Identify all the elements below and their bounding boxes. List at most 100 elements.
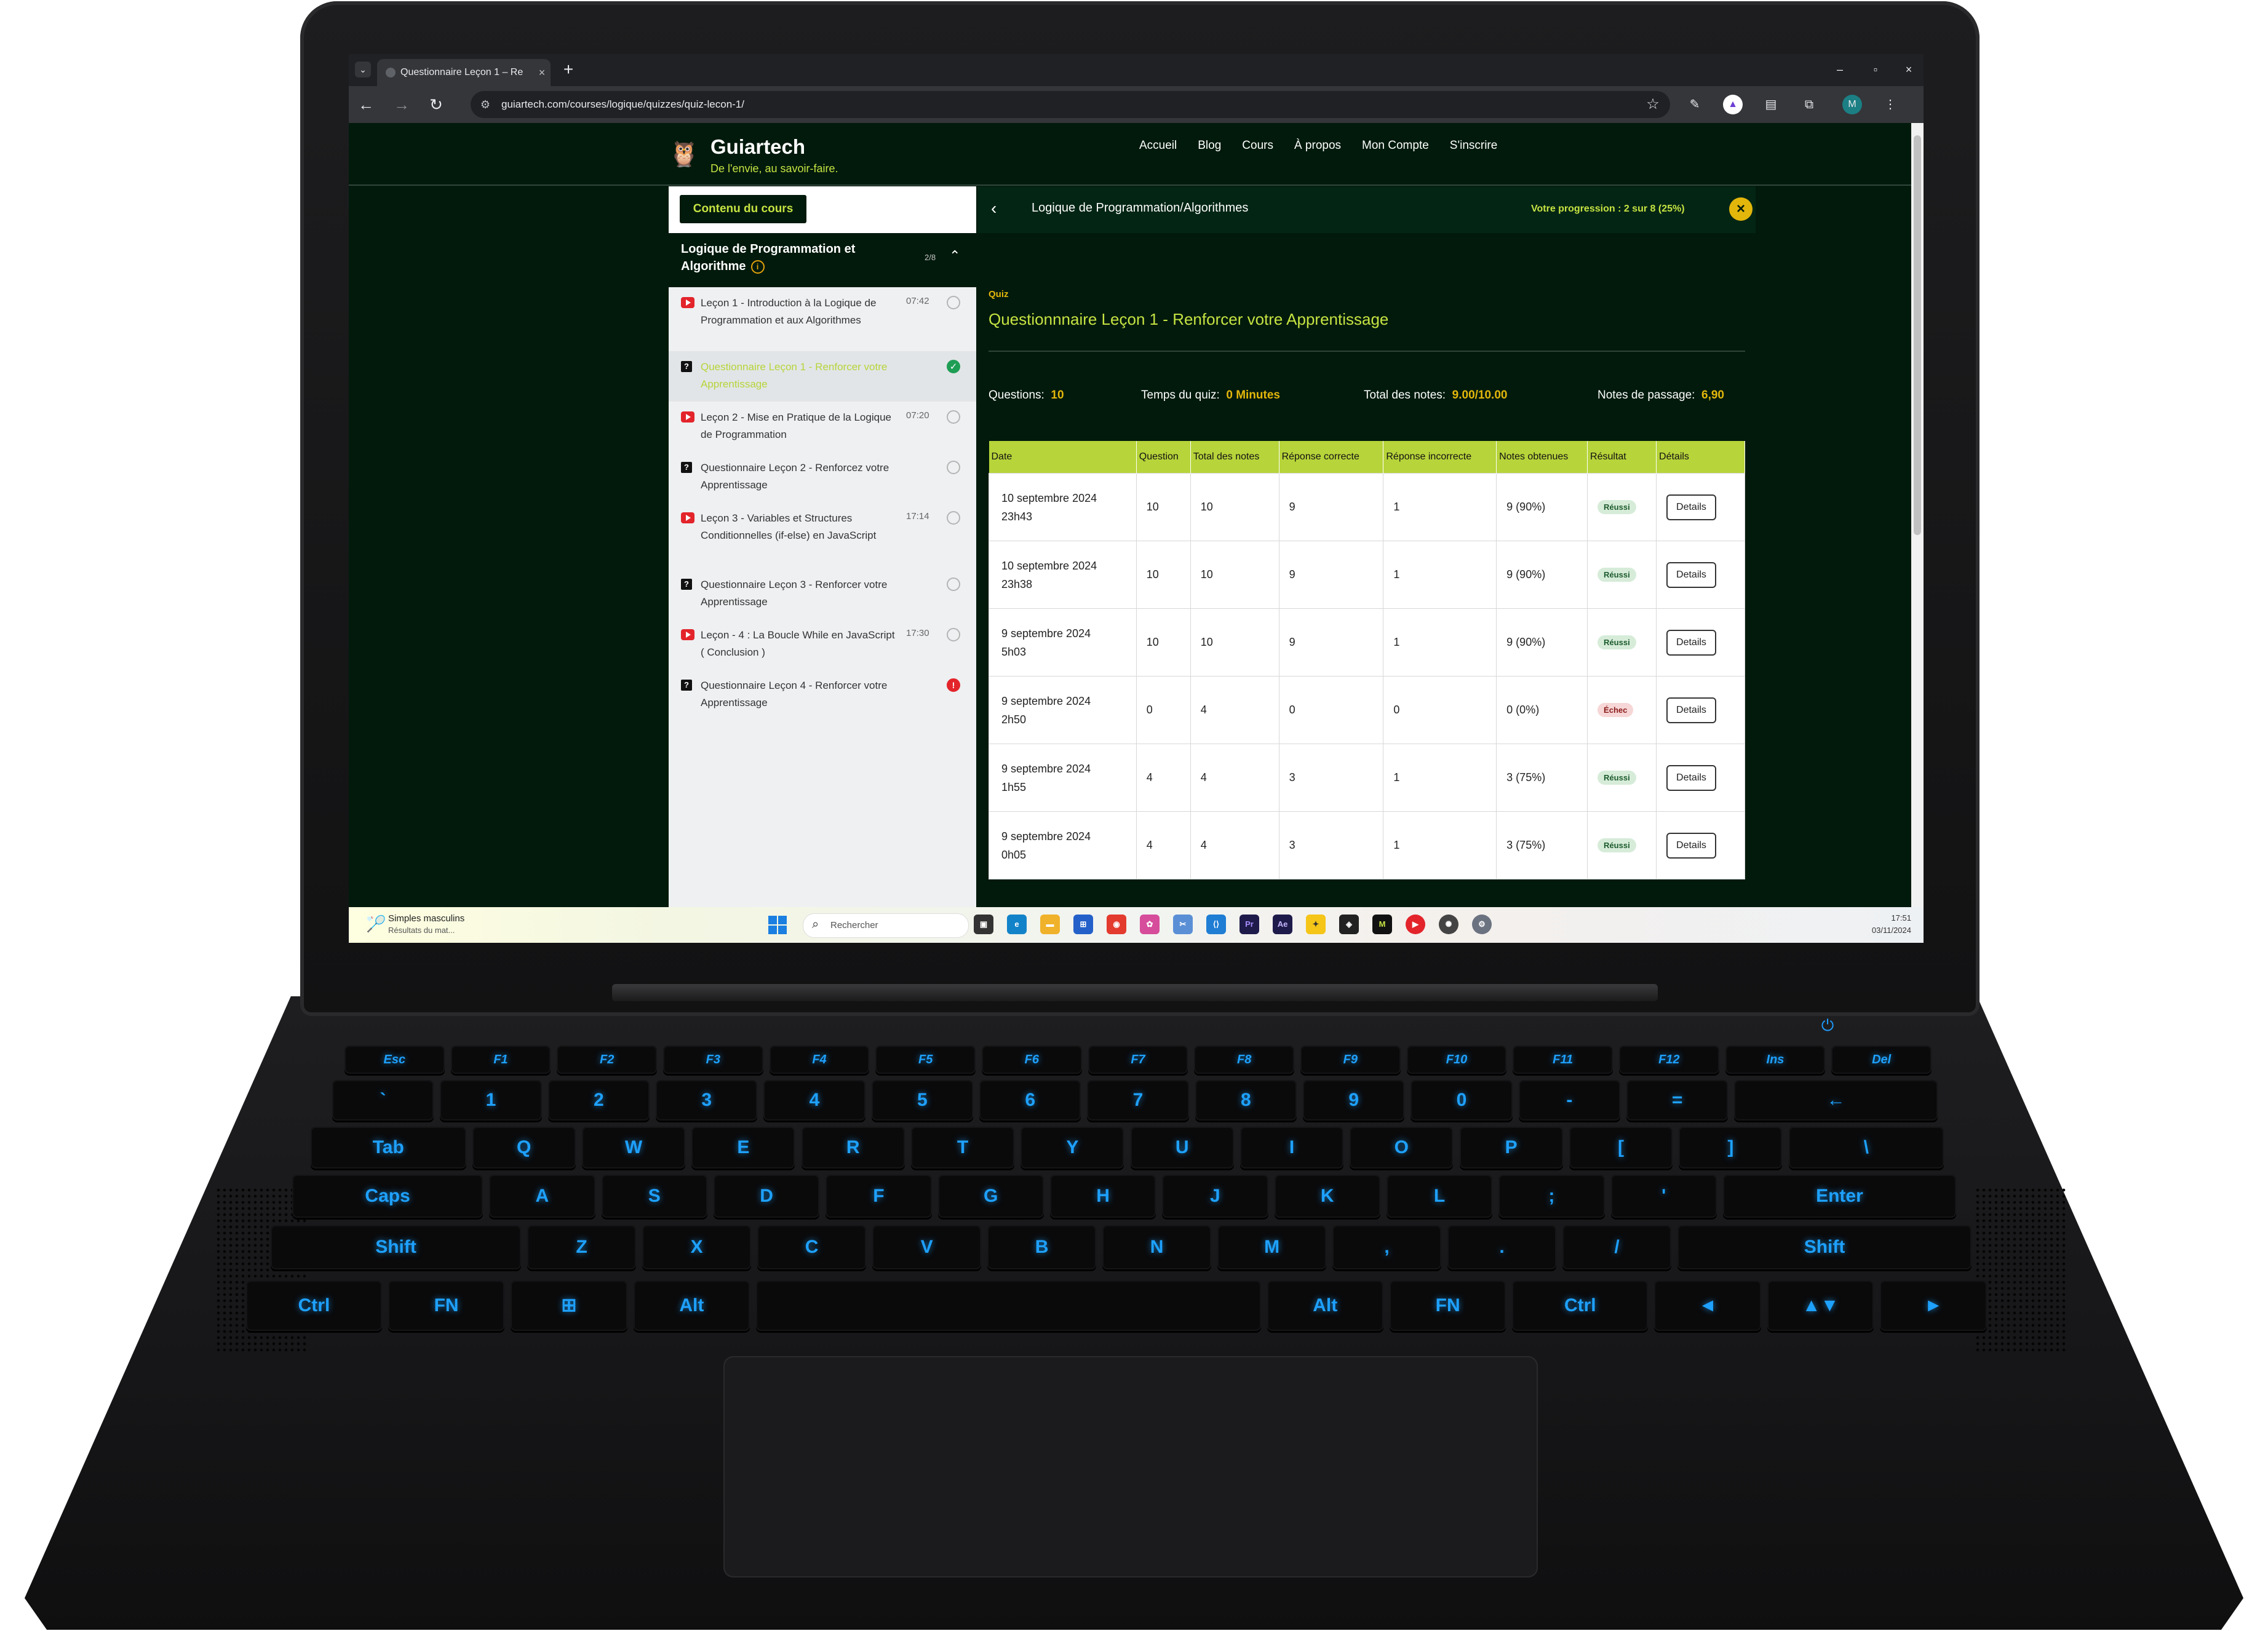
profile-avatar[interactable]: M — [1842, 95, 1862, 114]
pen-extension-icon[interactable]: ✎ — [1685, 95, 1705, 114]
key-bottom-letter-row-6[interactable]: N — [1102, 1225, 1212, 1269]
site-info-icon[interactable]: ⚙ — [478, 97, 493, 112]
module-header[interactable]: Logique de Programmation et Algorithme i … — [669, 233, 976, 287]
key-number-row-7[interactable]: 7 — [1087, 1080, 1189, 1121]
key-space-row-1[interactable]: FN — [388, 1280, 505, 1331]
key-fn-row-11[interactable]: F11 — [1513, 1046, 1613, 1074]
key-number-row-3[interactable]: 3 — [656, 1080, 758, 1121]
key-home-row-8[interactable]: K — [1274, 1175, 1380, 1218]
key-top-letter-row-1[interactable]: Q — [472, 1127, 576, 1169]
widget-title[interactable]: Simples masculins — [388, 913, 464, 924]
bookmark-star-icon[interactable]: ☆ — [1644, 96, 1661, 113]
extensions-puzzle-icon[interactable]: ⧉ — [1799, 95, 1819, 114]
chevron-up-icon[interactable]: ⌃ — [949, 248, 960, 264]
key-top-letter-row-4[interactable]: R — [801, 1127, 905, 1169]
minimize-icon[interactable]: – — [1828, 60, 1852, 79]
key-home-row-2[interactable]: S — [601, 1175, 707, 1218]
key-home-row-0[interactable]: Caps — [292, 1175, 483, 1218]
key-bottom-letter-row-5[interactable]: B — [987, 1225, 1097, 1269]
lesson-title[interactable]: Leçon - 4 : La Boucle While en JavaScrip… — [701, 627, 897, 661]
key-fn-row-7[interactable]: F7 — [1088, 1046, 1188, 1074]
key-fn-row-12[interactable]: F12 — [1619, 1046, 1719, 1074]
key-number-row-9[interactable]: 9 — [1303, 1080, 1405, 1121]
reload-icon[interactable]: ↻ — [426, 95, 446, 114]
key-fn-row-5[interactable]: F5 — [875, 1046, 976, 1074]
key-top-letter-row-8[interactable]: I — [1239, 1127, 1344, 1169]
key-number-row-6[interactable]: 6 — [979, 1080, 1081, 1121]
key-bottom-letter-row-2[interactable]: X — [642, 1225, 752, 1269]
key-bottom-letter-row-0[interactable]: Shift — [271, 1225, 522, 1269]
key-fn-row-1[interactable]: F1 — [450, 1046, 551, 1074]
details-button[interactable]: Details — [1666, 494, 1716, 520]
key-fn-row-13[interactable]: Ins — [1725, 1046, 1826, 1074]
pinwheel-icon[interactable]: ✦ — [1306, 915, 1326, 934]
lesson-item[interactable]: ? Questionnaire Leçon 1 - Renforcer votre… — [669, 351, 976, 402]
key-fn-row-10[interactable]: F10 — [1406, 1046, 1507, 1074]
key-space-row-9[interactable]: ▲▼ — [1767, 1280, 1874, 1331]
details-button[interactable]: Details — [1666, 764, 1716, 791]
lesson-title[interactable]: Leçon 3 - Variables et Structures Condit… — [701, 510, 897, 544]
scrollbar-thumb[interactable] — [1914, 135, 1921, 535]
details-button[interactable]: Details — [1666, 562, 1716, 588]
key-fn-row-4[interactable]: F4 — [769, 1046, 870, 1074]
key-fn-row-0[interactable]: Esc — [344, 1046, 445, 1074]
back-chevron-icon[interactable]: ‹ — [991, 199, 997, 218]
course-content-button[interactable]: Contenu du cours — [680, 195, 806, 223]
close-icon[interactable]: × — [1729, 197, 1753, 221]
key-bottom-letter-row-1[interactable]: Z — [527, 1225, 637, 1269]
back-arrow-icon[interactable]: ← — [356, 95, 376, 114]
key-space-row-0[interactable]: Ctrl — [246, 1280, 382, 1331]
file-explorer-icon[interactable]: ▬ — [1040, 915, 1060, 934]
page-scrollbar[interactable] — [1911, 123, 1924, 907]
key-number-row-0[interactable]: ` — [332, 1080, 434, 1121]
details-button[interactable]: Details — [1666, 697, 1716, 723]
lesson-title[interactable]: Questionnaire Leçon 4 - Renforcer votre … — [701, 677, 897, 712]
photos-icon[interactable]: ✿ — [1140, 915, 1160, 934]
snipping-icon[interactable]: ✂ — [1173, 915, 1193, 934]
key-bottom-letter-row-4[interactable]: V — [872, 1225, 982, 1269]
key-space-row-7[interactable]: Ctrl — [1512, 1280, 1649, 1331]
key-top-letter-row-11[interactable]: [ — [1569, 1127, 1673, 1169]
settings-gear-icon[interactable]: ⚙ — [1472, 915, 1492, 934]
key-space-row-2[interactable]: ⊞ — [511, 1280, 627, 1331]
key-space-row-6[interactable]: FN — [1389, 1280, 1506, 1331]
key-top-letter-row-6[interactable]: Y — [1021, 1127, 1124, 1169]
key-number-row-5[interactable]: 5 — [871, 1080, 973, 1121]
key-number-row-11[interactable]: - — [1518, 1080, 1620, 1121]
key-fn-row-3[interactable]: F3 — [663, 1046, 763, 1074]
touchpad[interactable] — [723, 1356, 1538, 1577]
tab-search-icon[interactable]: ⌄ — [355, 62, 371, 77]
details-button[interactable]: Details — [1666, 629, 1716, 656]
key-bottom-letter-row-11[interactable]: Shift — [1677, 1225, 1972, 1269]
key-fn-row-8[interactable]: F8 — [1194, 1046, 1294, 1074]
clock-time[interactable]: 17:51 — [1874, 913, 1911, 923]
key-top-letter-row-10[interactable]: P — [1459, 1127, 1563, 1169]
widget-subtitle[interactable]: Résultats du mat... — [388, 926, 455, 935]
info-icon[interactable]: i — [750, 260, 765, 274]
url-text[interactable]: guiartech.com/courses/logique/quizzes/qu… — [501, 91, 744, 118]
drive-extension-icon[interactable]: ▲ — [1723, 95, 1743, 114]
window-close-icon[interactable]: × — [1896, 60, 1921, 79]
clock-date[interactable]: 03/11/2024 — [1860, 926, 1911, 935]
after-effects-icon[interactable]: Ae — [1273, 915, 1292, 934]
chatgpt-icon[interactable]: ✺ — [1439, 915, 1458, 934]
trophy-icon[interactable]: 🏸 — [366, 915, 386, 933]
vscode-icon[interactable]: ⟨⟩ — [1206, 915, 1226, 934]
key-number-row-2[interactable]: 2 — [547, 1080, 650, 1121]
key-top-letter-row-3[interactable]: E — [691, 1127, 795, 1169]
lesson-item[interactable]: Leçon 1 - Introduction à la Logique de P… — [669, 287, 976, 351]
key-number-row-4[interactable]: 4 — [763, 1080, 865, 1121]
key-space-row-8[interactable]: ◄ — [1654, 1280, 1761, 1331]
nav-blog[interactable]: Blog — [1198, 139, 1221, 153]
key-space-row-5[interactable]: Alt — [1267, 1280, 1383, 1331]
key-home-row-10[interactable]: ; — [1498, 1175, 1605, 1218]
lesson-item[interactable]: ? Questionnaire Leçon 2 - Renforcez votre… — [669, 452, 976, 502]
task-view-icon[interactable]: ▣ — [974, 915, 993, 934]
key-bottom-letter-row-9[interactable]: . — [1447, 1225, 1557, 1269]
key-home-row-6[interactable]: H — [1049, 1175, 1156, 1218]
key-home-row-4[interactable]: F — [826, 1175, 932, 1218]
app-m-icon[interactable]: M — [1372, 915, 1392, 934]
figma-icon[interactable]: ◈ — [1339, 915, 1359, 934]
owl-logo-icon[interactable]: 🦉 — [669, 140, 699, 169]
lesson-item[interactable]: ? Questionnaire Leçon 4 - Renforcer votre… — [669, 670, 976, 720]
